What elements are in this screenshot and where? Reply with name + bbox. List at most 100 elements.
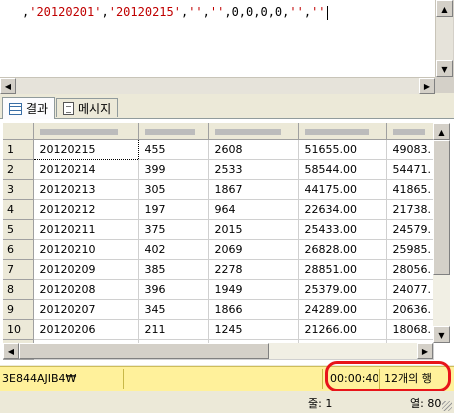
table-cell[interactable]: 20120206 [33, 319, 139, 340]
row-number[interactable]: 3 [3, 179, 34, 200]
table-cell[interactable]: 41865. [386, 179, 434, 200]
table-cell[interactable]: 54471. [386, 159, 434, 180]
table-row[interactable]: 6 20120210 402 2069 26828.00 25985. [3, 239, 434, 260]
row-number[interactable]: 7 [3, 259, 34, 280]
table-cell[interactable]: 396 [138, 279, 209, 300]
table-cell[interactable]: 20120210 [33, 239, 139, 260]
table-cell[interactable]: 20636. [386, 299, 434, 320]
row-number[interactable]: 9 [3, 299, 34, 320]
scroll-down-arrow-icon[interactable]: ▼ [433, 326, 450, 343]
table-cell[interactable]: 25379.00 [298, 279, 387, 300]
row-number[interactable]: 8 [3, 279, 34, 300]
table-row[interactable]: 5 20120211 375 2015 25433.00 24579. [3, 219, 434, 240]
table-cell[interactable]: 25985. [386, 239, 434, 260]
table-row[interactable]: 1 20120215 455 2608 51655.00 49083. [3, 138, 434, 160]
table-cell[interactable]: 375 [138, 219, 209, 240]
table-cell[interactable]: 51655.00 [298, 139, 387, 160]
table-cell[interactable]: 197 [138, 199, 209, 220]
table-cell[interactable]: 20120214 [33, 159, 139, 180]
editor-horizontal-scrollbar[interactable]: ◀ ▶ [0, 77, 435, 94]
code-string: '' [188, 5, 203, 19]
table-cell[interactable]: 22634.00 [298, 199, 387, 220]
table-cell[interactable]: 26828.00 [298, 239, 387, 260]
table-cell[interactable]: 24077. [386, 279, 434, 300]
table-cell[interactable]: 2608 [208, 139, 299, 160]
table-cell[interactable]: 345 [138, 299, 209, 320]
table-cell[interactable]: 21266.00 [298, 319, 387, 340]
column-header[interactable] [208, 123, 299, 140]
table-cell[interactable]: 18068. [386, 319, 434, 340]
scroll-up-arrow-icon[interactable]: ▲ [433, 123, 450, 140]
table-cell[interactable]: 20120209 [33, 259, 139, 280]
scroll-left-arrow-icon[interactable]: ◀ [3, 343, 19, 359]
table-row[interactable]: 4 20120212 197 964 22634.00 21738. [3, 199, 434, 220]
table-cell[interactable]: 402 [138, 239, 209, 260]
table-cell[interactable]: 2533 [208, 159, 299, 180]
table-cell[interactable]: 21738. [386, 199, 434, 220]
scroll-right-arrow-icon[interactable]: ▶ [419, 78, 435, 94]
scroll-down-arrow-icon[interactable]: ▼ [436, 60, 453, 77]
table-cell[interactable]: 455 [138, 139, 209, 160]
table-cell[interactable]: 20120215 [32, 138, 139, 160]
table-row[interactable]: 10 20120206 211 1245 21266.00 18068. [3, 319, 434, 340]
code-string: '' [209, 5, 225, 19]
resize-grip-icon[interactable] [442, 401, 452, 411]
table-cell[interactable]: 49083. [386, 139, 434, 160]
table-cell[interactable]: 1949 [208, 279, 299, 300]
editor-pane[interactable]: ,'20120201','20120215','','',0,0,0,0,'',… [0, 0, 435, 77]
table-cell[interactable]: 20120212 [33, 199, 139, 220]
table-cell[interactable]: 2015 [208, 219, 299, 240]
table-cell[interactable]: 1867 [208, 179, 299, 200]
table-cell[interactable]: 211 [138, 319, 209, 340]
table-cell[interactable]: 2069 [208, 239, 299, 260]
table-cell[interactable]: 20120207 [33, 299, 139, 320]
table-cell[interactable]: 20120211 [33, 219, 139, 240]
row-number[interactable]: 4 [3, 199, 34, 220]
grid-horizontal-scrollbar[interactable]: ◀ ▶ [3, 343, 433, 359]
table-cell[interactable]: 44175.00 [298, 179, 387, 200]
table-cell[interactable]: 2278 [208, 259, 299, 280]
table-cell[interactable]: 58544.00 [298, 159, 387, 180]
table-cell[interactable]: 28056. [386, 259, 434, 280]
row-number[interactable]: 5 [3, 219, 34, 240]
scroll-left-arrow-icon[interactable]: ◀ [0, 78, 16, 94]
row-number[interactable]: 2 [3, 159, 34, 180]
table-cell[interactable]: 24579. [386, 219, 434, 240]
table-cell[interactable]: 399 [138, 159, 209, 180]
row-number[interactable]: 10 [3, 319, 34, 340]
table-row[interactable]: 2 20120214 399 2533 58544.00 54471. [3, 159, 434, 180]
tab-results[interactable]: 결과 [2, 97, 56, 119]
column-header[interactable] [138, 123, 209, 140]
table-row[interactable]: 3 20120213 305 1867 44175.00 41865. [3, 179, 434, 200]
column-header[interactable] [386, 123, 434, 140]
table-cell[interactable]: 1866 [208, 299, 299, 320]
table-row[interactable]: 8 20120208 396 1949 25379.00 24077. [3, 279, 434, 300]
table-cell[interactable]: 28851.00 [298, 259, 387, 280]
table-cell[interactable]: 385 [138, 259, 209, 280]
table-cell[interactable]: 24289.00 [298, 299, 387, 320]
table-row[interactable]: 7 20120209 385 2278 28851.00 28056. [3, 259, 434, 280]
scroll-right-arrow-icon[interactable]: ▶ [417, 343, 433, 359]
query-editor[interactable]: ,'20120201','20120215','','',0,0,0,0,'',… [0, 0, 454, 94]
table-cell[interactable]: 1245 [208, 319, 299, 340]
scroll-up-arrow-icon[interactable]: ▲ [436, 0, 453, 17]
grid-vertical-scrollbar[interactable]: ▲ ▼ [433, 123, 450, 343]
column-header[interactable] [33, 123, 139, 140]
table-row[interactable]: 9 20120207 345 1866 24289.00 20636. [3, 299, 434, 320]
editor-vertical-scrollbar[interactable]: ▲ ▼ [435, 0, 453, 77]
table-cell[interactable]: 305 [138, 179, 209, 200]
query-text[interactable]: ,'20120201','20120215','','',0,0,0,0,'',… [22, 5, 328, 20]
table-cell[interactable]: 25433.00 [298, 219, 387, 240]
table-cell[interactable]: 20120208 [33, 279, 139, 300]
corner-header[interactable] [3, 123, 34, 140]
tab-messages[interactable]: 메시지 [56, 98, 119, 117]
table-cell[interactable]: 20120213 [33, 179, 139, 200]
row-number[interactable]: 6 [3, 239, 34, 260]
column-header[interactable] [298, 123, 387, 140]
row-number[interactable]: 1 [3, 139, 34, 160]
results-grid[interactable]: 1 20120215 455 2608 51655.00 49083. 2 20120214 3… [0, 119, 454, 365]
scroll-thumb[interactable] [433, 140, 450, 275]
code-string: '' [289, 5, 304, 19]
table-cell[interactable]: 964 [208, 199, 299, 220]
scroll-thumb[interactable] [19, 343, 269, 359]
